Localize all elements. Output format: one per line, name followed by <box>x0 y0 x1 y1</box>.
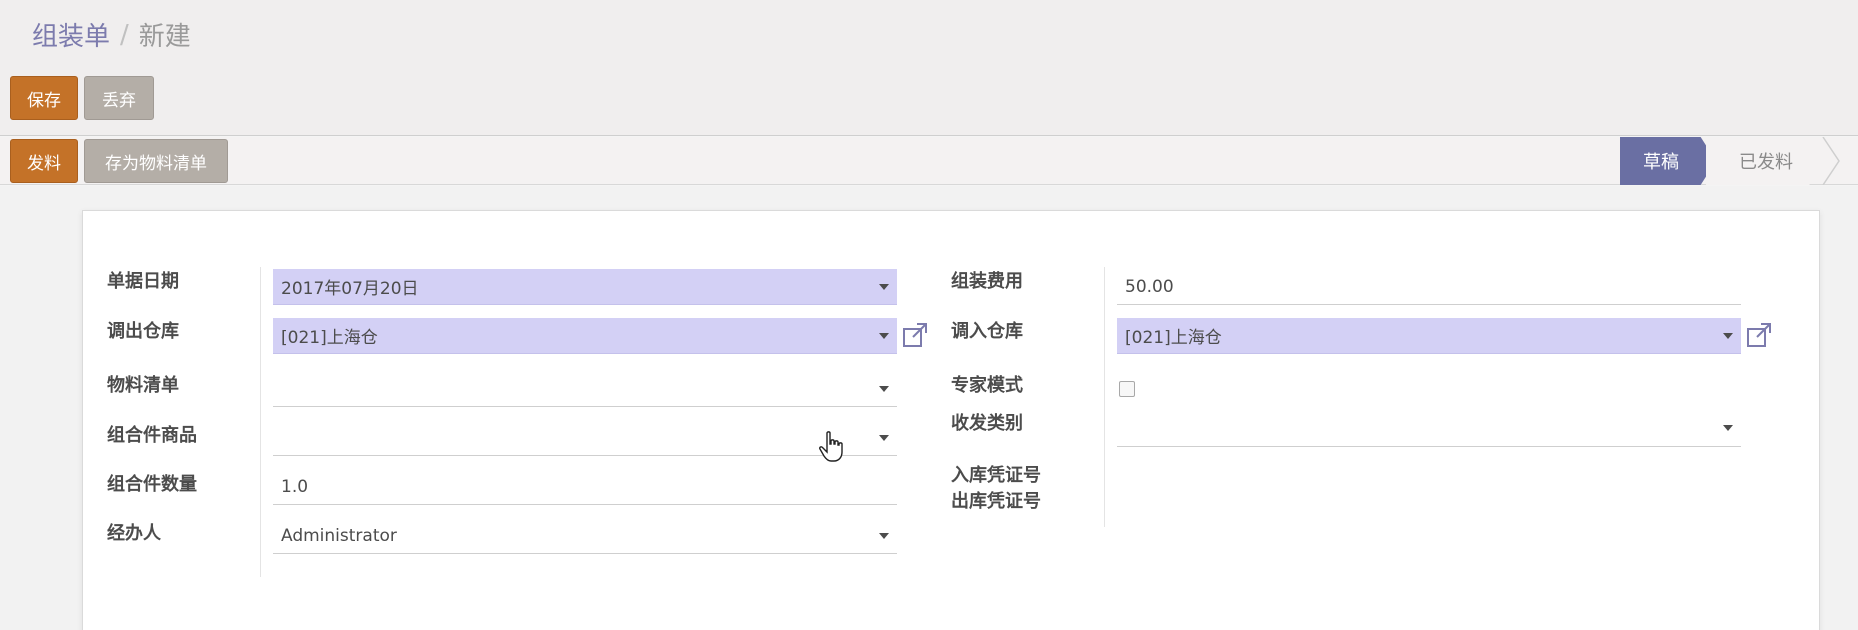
caret-down-icon <box>879 284 889 290</box>
issue-materials-button[interactable]: 发料 <box>10 139 78 183</box>
caret-down-icon <box>879 386 889 392</box>
caret-down-icon <box>879 333 889 339</box>
qty-field[interactable]: 1.0 <box>273 469 897 505</box>
stage-issued[interactable]: 已发料 <box>1706 137 1826 185</box>
discard-button[interactable]: 丢弃 <box>84 76 154 120</box>
handler-value: Administrator <box>281 525 397 546</box>
fee-value: 50.00 <box>1125 276 1174 297</box>
stage-more-chevron <box>1818 137 1858 185</box>
breadcrumb: 组装单 / 新建 <box>32 16 191 53</box>
fee-label: 组装费用 <box>951 271 1023 292</box>
category-field[interactable] <box>1117 409 1741 447</box>
date-value: 2017年07月20日 <box>281 279 419 299</box>
in-warehouse-label: 调入仓库 <box>951 321 1023 342</box>
breadcrumb-current: 新建 <box>138 22 191 52</box>
out-warehouse-value: [021]上海仓 <box>281 328 378 348</box>
handler-label: 经办人 <box>107 523 161 544</box>
category-label: 收发类别 <box>951 413 1023 434</box>
external-link-icon[interactable] <box>1745 321 1773 349</box>
breadcrumb-parent[interactable]: 组装单 <box>32 16 110 53</box>
caret-down-icon <box>879 435 889 441</box>
save-as-bom-button[interactable]: 存为物料清单 <box>84 139 228 183</box>
in-voucher-label: 入库凭证号 <box>951 465 1041 486</box>
product-label: 组合件商品 <box>107 425 197 446</box>
right-column-divider <box>1104 267 1105 527</box>
left-column-divider <box>260 267 261 577</box>
save-button[interactable]: 保存 <box>10 76 78 120</box>
caret-down-icon <box>879 533 889 539</box>
control-panel: 组装单 / 新建 保存 丢弃 <box>0 0 1858 136</box>
out-warehouse-label: 调出仓库 <box>107 321 179 342</box>
hand-cursor-icon <box>819 431 843 462</box>
statusbar: 发料 存为物料清单 草稿 已发料 <box>0 137 1858 185</box>
breadcrumb-separator: / <box>120 19 129 50</box>
expert-mode-label: 专家模式 <box>951 375 1023 396</box>
qty-label: 组合件数量 <box>107 474 197 495</box>
bom-field[interactable] <box>273 371 897 407</box>
in-warehouse-field[interactable]: [021]上海仓 <box>1117 318 1741 354</box>
in-warehouse-value: [021]上海仓 <box>1125 328 1222 348</box>
qty-value: 1.0 <box>281 476 309 497</box>
caret-down-icon <box>1723 425 1733 431</box>
handler-field[interactable]: Administrator <box>273 518 897 554</box>
date-field[interactable]: 2017年07月20日 <box>273 269 897 305</box>
stage-draft[interactable]: 草稿 <box>1620 137 1716 185</box>
expert-mode-checkbox[interactable] <box>1119 381 1135 397</box>
date-label: 单据日期 <box>107 271 179 292</box>
out-warehouse-field[interactable]: [021]上海仓 <box>273 318 897 354</box>
out-voucher-label: 出库凭证号 <box>951 491 1041 512</box>
product-field[interactable] <box>273 420 897 456</box>
fee-field[interactable]: 50.00 <box>1117 269 1741 305</box>
chevron-right-icon <box>1822 137 1840 185</box>
bom-label: 物料清单 <box>107 375 179 396</box>
external-link-icon[interactable] <box>901 321 929 349</box>
caret-down-icon <box>1723 333 1733 339</box>
status-stages: 草稿 已发料 <box>1620 137 1858 185</box>
form-sheet: 单据日期 调出仓库 物料清单 组合件商品 组合件数量 经办人 2017年07月2… <box>82 210 1820 630</box>
